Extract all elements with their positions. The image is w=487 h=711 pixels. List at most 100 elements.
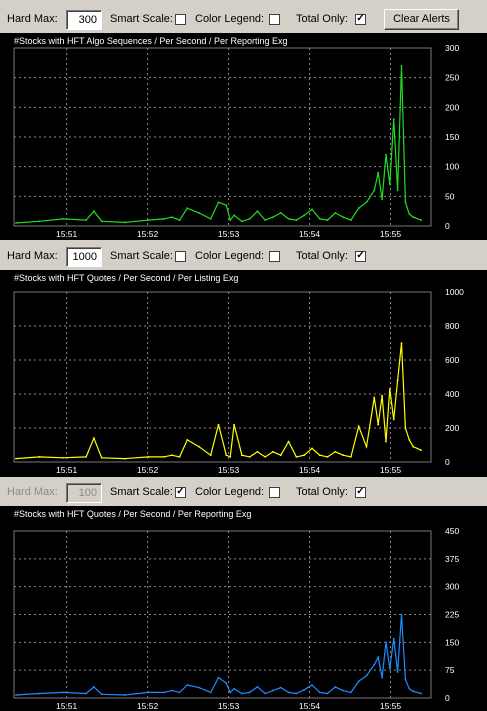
data-point: [229, 691, 232, 694]
x-tick-label: 15:51: [56, 465, 78, 475]
data-point: [334, 450, 337, 453]
data-point: [170, 689, 173, 692]
y-tick-label: 200: [445, 102, 459, 112]
data-point: [412, 216, 415, 219]
data-point: [198, 445, 200, 448]
data-point: [318, 691, 321, 694]
y-tick-label: 800: [445, 321, 459, 331]
smart-scale-checkbox[interactable]: ✓: [175, 486, 186, 498]
data-point: [186, 207, 189, 210]
data-point: [279, 686, 282, 689]
data-point: [318, 217, 321, 220]
chart-panel-1: #Stocks with HFT Algo Sequences / Per Se…: [0, 33, 487, 240]
data-point: [420, 449, 422, 451]
x-tick-label: 15:52: [137, 465, 159, 475]
data-point: [381, 676, 383, 679]
data-point: [233, 214, 235, 217]
data-point: [396, 189, 399, 192]
chart-panel-3: #Stocks with HFT Quotes / Per Second / P…: [0, 506, 487, 711]
y-tick-label: 0: [445, 693, 450, 703]
data-point: [404, 427, 407, 429]
data-point: [408, 213, 411, 216]
total-only-label: Total Only:: [296, 486, 348, 498]
y-tick-label: 75: [445, 665, 455, 675]
data-point: [217, 201, 220, 204]
hard-max-input[interactable]: 1000: [66, 247, 102, 267]
color-legend-label: Color Legend:: [195, 250, 265, 262]
data-point: [240, 454, 243, 457]
data-point: [264, 219, 267, 221]
x-tick-label: 15:52: [137, 701, 159, 711]
data-point: [357, 680, 360, 683]
data-point: [233, 687, 235, 690]
clear-alerts-button[interactable]: Clear Alerts: [384, 9, 459, 30]
smart-scale-label: Smart Scale:: [110, 250, 173, 262]
data-point: [256, 450, 259, 453]
chart-1-plot: 0 50 100 150 200 250 300 15:51 15:52 15:53 15:54 15…: [13, 43, 459, 239]
total-only-checkbox[interactable]: ✓: [355, 13, 366, 25]
data-point: [272, 216, 274, 219]
smart-scale-checkbox[interactable]: [175, 14, 186, 25]
series-line: [15, 65, 422, 224]
data-point: [357, 425, 360, 428]
data-point: [400, 342, 403, 344]
y-tick-label: 225: [445, 610, 459, 620]
y-tick-label: 0: [445, 221, 450, 231]
data-point: [15, 457, 17, 460]
x-tick-label: 15:53: [218, 465, 240, 475]
data-point: [303, 688, 306, 691]
data-point: [408, 687, 411, 690]
data-point: [303, 214, 306, 217]
data-point: [124, 457, 126, 460]
data-point: [147, 691, 150, 694]
checkmark-icon: ✓: [356, 486, 365, 497]
y-tick-label: 150: [445, 132, 459, 142]
hard-max-label: Hard Max:: [7, 13, 58, 25]
data-point: [373, 189, 376, 192]
data-point: [287, 217, 290, 220]
color-legend-checkbox[interactable]: [269, 14, 280, 25]
hard-max-label: Hard Max:: [7, 250, 58, 262]
data-point: [61, 691, 64, 694]
x-tick-label: 15:54: [299, 701, 321, 711]
data-point: [198, 686, 200, 689]
data-point: [334, 685, 337, 688]
data-point: [279, 454, 282, 457]
total-only-checkbox[interactable]: ✓: [355, 486, 366, 498]
y-tick-label: 100: [445, 162, 459, 172]
data-point: [381, 394, 383, 397]
data-point: [377, 656, 380, 659]
data-point: [217, 423, 220, 426]
data-point: [61, 217, 64, 220]
data-point: [365, 201, 368, 204]
data-point: [225, 454, 228, 457]
data-point: [209, 217, 212, 220]
data-point: [420, 219, 422, 221]
data-point: [248, 691, 251, 694]
data-point: [373, 396, 376, 399]
checkmark-icon: ✓: [356, 250, 365, 261]
data-point: [326, 456, 329, 458]
data-point: [365, 445, 368, 448]
data-point: [61, 456, 64, 459]
color-legend-checkbox[interactable]: [269, 251, 280, 262]
smart-scale-checkbox[interactable]: [175, 251, 186, 262]
data-point: [392, 637, 395, 640]
color-legend-label: Color Legend:: [195, 486, 265, 498]
data-point: [225, 682, 228, 685]
data-point: [163, 217, 165, 220]
checkmark-icon: ✓: [176, 486, 185, 497]
x-tick-label: 15:53: [218, 229, 240, 239]
data-point: [124, 221, 126, 224]
y-tick-label: 50: [445, 191, 455, 201]
data-point: [256, 685, 259, 688]
data-point: [92, 685, 95, 688]
y-tick-label: 1000: [445, 287, 464, 297]
data-point: [342, 689, 345, 692]
data-point: [209, 454, 212, 457]
hard-max-input[interactable]: 300: [66, 10, 102, 30]
smart-scale-label: Smart Scale:: [110, 13, 173, 25]
color-legend-checkbox[interactable]: [269, 487, 280, 498]
data-point: [295, 219, 298, 221]
total-only-checkbox[interactable]: ✓: [355, 250, 366, 262]
